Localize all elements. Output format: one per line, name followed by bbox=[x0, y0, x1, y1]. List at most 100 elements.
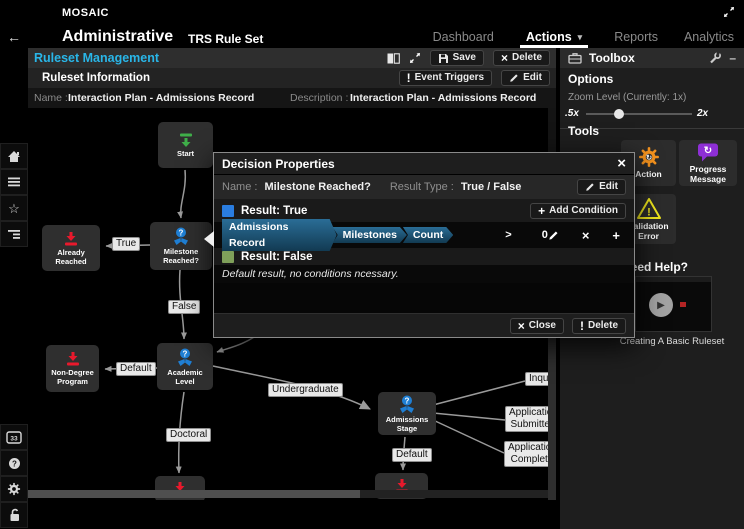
edge-label-doctoral: Doctoral bbox=[166, 428, 211, 442]
edge-start-milestone bbox=[181, 170, 186, 218]
video-mini-node bbox=[680, 302, 686, 307]
edge-label-false: False bbox=[168, 300, 200, 314]
decision-icon: ? bbox=[175, 348, 195, 367]
version-button[interactable]: 33 bbox=[0, 424, 28, 450]
modal-name-row: Name : Milestone Reached? Result Type : … bbox=[214, 175, 634, 199]
modal-close-button[interactable]: × Close bbox=[510, 318, 564, 334]
node-already-reached[interactable]: Already Reached bbox=[42, 225, 100, 271]
outline-button[interactable] bbox=[0, 221, 28, 247]
condition-row: Admissions Record Milestones Count > 0 ×… bbox=[214, 222, 634, 248]
toolbox-header: Toolbox – bbox=[560, 48, 744, 68]
close-icon[interactable]: × bbox=[617, 157, 626, 171]
edge-app-submitted bbox=[433, 413, 505, 420]
modal-titlebar: Decision Properties × bbox=[214, 153, 634, 175]
description-label: Description : bbox=[290, 92, 348, 104]
svg-text:33: 33 bbox=[10, 435, 18, 442]
help-button[interactable]: ? bbox=[0, 450, 28, 476]
add-subcondition-icon[interactable]: + bbox=[612, 228, 620, 243]
toolbox-icon bbox=[568, 52, 582, 64]
back-arrow-icon: ← bbox=[7, 29, 21, 45]
result-type-value: True / False bbox=[461, 181, 522, 193]
tool-progress-message[interactable]: ↻ Progress Message bbox=[679, 140, 737, 186]
decision-name-label: Name : bbox=[222, 181, 257, 193]
node-academic-level[interactable]: ? Academic Level bbox=[157, 343, 213, 390]
name-value: Interaction Plan - Admissions Record bbox=[68, 92, 254, 104]
vertical-scrollbar-thumb[interactable] bbox=[548, 333, 556, 500]
nav-actions[interactable]: Actions ▾ bbox=[520, 26, 588, 48]
result-true-label: Result: True bbox=[241, 205, 307, 217]
play-icon[interactable]: ▶ bbox=[649, 293, 673, 317]
x-icon: × bbox=[501, 53, 508, 63]
zoom-slider-thumb[interactable] bbox=[614, 109, 624, 119]
save-button[interactable]: Save bbox=[430, 50, 484, 66]
expand-icon[interactable] bbox=[723, 6, 735, 18]
edge-inquiry bbox=[433, 381, 525, 405]
svg-text:↻: ↻ bbox=[645, 153, 651, 162]
modal-pointer bbox=[204, 231, 214, 247]
condition-operator: > bbox=[505, 229, 511, 241]
decision-icon: ? bbox=[397, 395, 417, 414]
decision-properties-modal: Decision Properties × Name : Milestone R… bbox=[213, 152, 635, 338]
pencil-icon bbox=[509, 73, 519, 83]
help-video-thumbnail[interactable]: ▶ bbox=[635, 276, 712, 332]
nav-analytics[interactable]: Analytics bbox=[684, 26, 734, 48]
ruleset-meta-row: Name : Interaction Plan - Admissions Rec… bbox=[28, 88, 556, 108]
svg-text:!: ! bbox=[647, 206, 651, 218]
node-start[interactable]: Start bbox=[158, 122, 213, 168]
name-label: Name : bbox=[34, 92, 68, 104]
edge-label-default-1: Default bbox=[116, 362, 156, 376]
node-non-degree-program[interactable]: Non-Degree Program bbox=[46, 345, 99, 392]
zoom-min-label: .5x bbox=[565, 108, 579, 119]
condition-chip-record[interactable]: Admissions Record bbox=[222, 219, 337, 251]
zoom-slider-track[interactable] bbox=[586, 113, 692, 115]
columns-layout-icon[interactable] bbox=[387, 53, 400, 64]
home-button[interactable] bbox=[0, 143, 28, 169]
svg-text:?: ? bbox=[183, 349, 188, 358]
minimize-icon[interactable]: – bbox=[729, 51, 736, 65]
node-admissions-stage[interactable]: ? Admissions Stage bbox=[378, 392, 436, 435]
gear-icon bbox=[7, 482, 21, 496]
gear-icon: ↻ bbox=[638, 146, 660, 168]
pencil-icon[interactable] bbox=[548, 230, 559, 241]
node-milestone-reached[interactable]: ? Milestone Reached? bbox=[150, 222, 212, 270]
edge-label-true: True bbox=[112, 237, 140, 251]
delete-button[interactable]: × Delete bbox=[493, 50, 550, 66]
left-rail: ☆ 33 ? bbox=[0, 48, 28, 529]
nav-dashboard[interactable]: Dashboard bbox=[433, 26, 494, 48]
expand-icon[interactable] bbox=[409, 52, 421, 64]
add-condition-button[interactable]: + Add Condition bbox=[530, 203, 626, 219]
nav-reports[interactable]: Reports bbox=[614, 26, 658, 48]
zoom-max-label: 2x bbox=[697, 108, 708, 119]
ruleset-header: Ruleset Management Save × Delete bbox=[28, 48, 556, 68]
floppy-icon bbox=[438, 53, 449, 64]
edit-button[interactable]: Edit bbox=[501, 70, 550, 86]
result-type-label: Result Type : bbox=[390, 181, 454, 193]
modal-delete-button[interactable]: ! Delete bbox=[572, 318, 626, 334]
edge-label-undergraduate: Undergraduate bbox=[268, 383, 343, 397]
menu-button[interactable] bbox=[0, 169, 28, 195]
condition-chip-milestones[interactable]: Milestones bbox=[333, 227, 407, 243]
chevron-down-icon: ▾ bbox=[578, 32, 583, 43]
exclamation-icon: ! bbox=[407, 73, 411, 83]
edge-label-default-2: Default bbox=[392, 448, 432, 462]
lock-button[interactable] bbox=[0, 502, 28, 528]
remove-condition-icon[interactable]: × bbox=[582, 228, 590, 243]
result-true-swatch bbox=[222, 205, 234, 217]
page-title: Ruleset Management bbox=[34, 51, 387, 65]
wrench-icon[interactable] bbox=[709, 52, 721, 64]
back-button[interactable]: ← bbox=[0, 26, 28, 48]
section-title: Ruleset Information bbox=[42, 72, 399, 84]
favorites-button[interactable]: ☆ bbox=[0, 195, 28, 221]
toolbox-header-controls: – bbox=[709, 51, 736, 65]
top-bar: MOSAIC bbox=[0, 0, 744, 26]
horizontal-scrollbar-thumb[interactable] bbox=[28, 490, 360, 498]
modal-edit-button[interactable]: Edit bbox=[577, 179, 626, 195]
outline-list-icon bbox=[7, 228, 21, 241]
condition-chip-count[interactable]: Count bbox=[403, 227, 453, 243]
tools-title: Tools bbox=[568, 124, 599, 138]
event-triggers-button[interactable]: ! Event Triggers bbox=[399, 70, 492, 86]
settings-button[interactable] bbox=[0, 476, 28, 502]
brand-logo: MOSAIC bbox=[62, 7, 109, 19]
modal-title: Decision Properties bbox=[222, 157, 335, 171]
star-icon: ☆ bbox=[8, 202, 20, 215]
